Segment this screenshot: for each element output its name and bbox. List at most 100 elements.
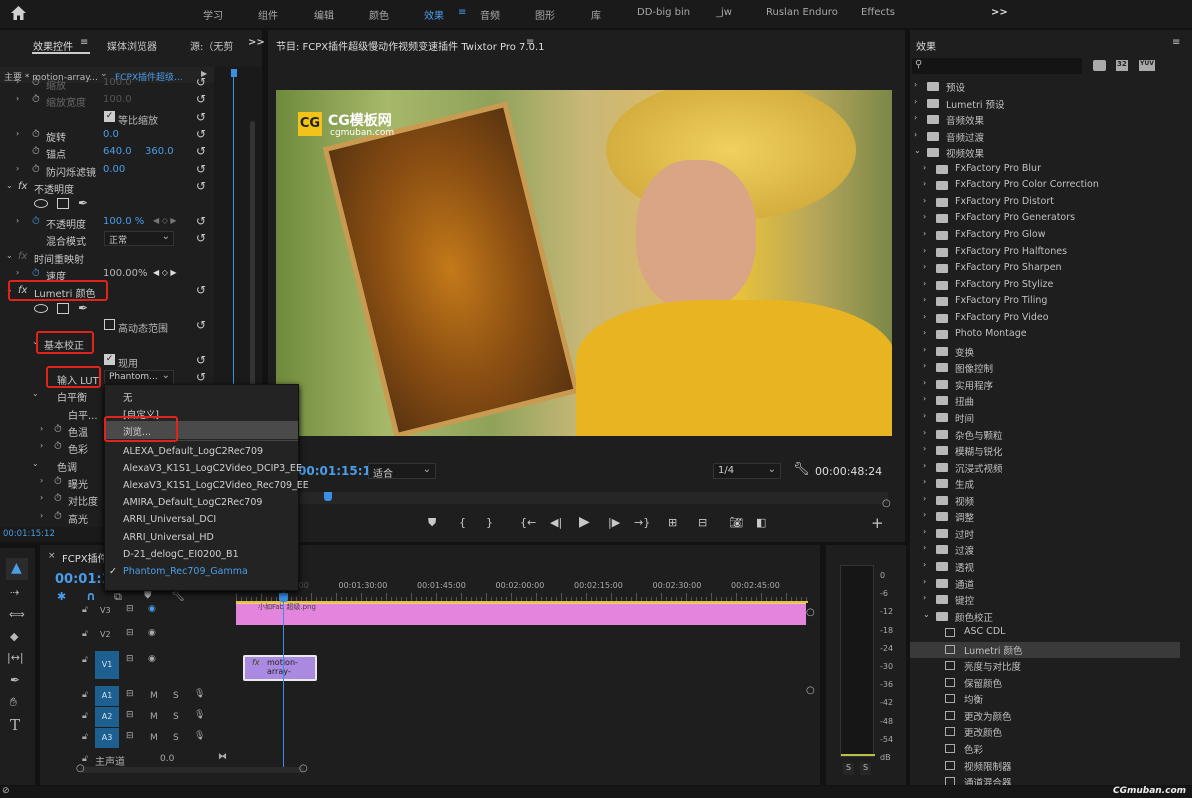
effects-tree-item[interactable]: › 时间 <box>910 410 1180 426</box>
chevron-icon[interactable]: › <box>40 493 43 502</box>
lut-menu-item[interactable]: 无 <box>123 390 133 404</box>
workspace-tab[interactable]: Effects <box>861 7 895 18</box>
scrub-bar[interactable] <box>288 492 888 504</box>
wrench-icon[interactable]: 🔧︎ <box>793 462 810 477</box>
panel-menu-icon[interactable]: ≡ <box>80 37 88 48</box>
effects-tree-item[interactable]: › FxFactory Pro Stylize <box>910 278 1180 294</box>
playhead-handle[interactable] <box>231 69 237 77</box>
effects-tree-item[interactable]: › FxFactory Pro Blur <box>910 162 1180 178</box>
effects-tree-item[interactable]: ASC CDL <box>910 625 1180 641</box>
go-to-in-icon[interactable]: {← <box>520 516 536 529</box>
home-icon[interactable] <box>10 5 27 21</box>
property-value[interactable]: 100.0 % <box>103 216 144 227</box>
solo-button[interactable]: S <box>173 712 179 722</box>
vertical-zoom-handle[interactable]: ○ <box>806 607 815 618</box>
track-target-A2[interactable]: A2 <box>95 707 119 727</box>
mute-button[interactable]: M <box>150 712 158 722</box>
effects-tree-item[interactable]: › 扭曲 <box>910 393 1180 409</box>
effects-tree-item[interactable]: › 通道 <box>910 576 1180 592</box>
chevron-icon[interactable]: › <box>16 94 19 103</box>
stopwatch-icon[interactable]: ⏱︎ <box>54 511 62 522</box>
reset-icon[interactable]: ↺ <box>196 353 206 367</box>
stopwatch-icon[interactable]: ⏱︎ <box>54 424 62 435</box>
pen-mask-icon[interactable]: ✒ <box>78 196 88 210</box>
microphone-icon[interactable]: 🎙︎ <box>194 689 205 699</box>
effects-tree-item[interactable]: › 视频 <box>910 493 1180 509</box>
play-icon[interactable]: ▶ <box>579 514 590 530</box>
effects-tree-item[interactable]: › FxFactory Pro Glow <box>910 228 1180 244</box>
scroll-handle-right[interactable]: ○ <box>299 763 308 774</box>
zoom-fit-select[interactable]: 适合 ⌄ <box>368 463 436 480</box>
slip-tool-icon[interactable]: |↔| <box>7 651 24 664</box>
chevron-icon[interactable]: ⌄ <box>6 251 13 260</box>
tab-media-browser[interactable]: 媒体浏览器 <box>107 38 157 53</box>
playhead-handle[interactable] <box>324 492 332 501</box>
lock-icon[interactable]: 🔓︎ <box>82 629 88 639</box>
reset-icon[interactable]: ↺ <box>196 127 206 141</box>
mark-in-icon[interactable]: { <box>459 516 466 529</box>
fx-icon[interactable]: fx <box>18 181 27 192</box>
track-select-tool-icon[interactable]: ⇢ <box>10 586 19 599</box>
chevron-icon[interactable]: › <box>923 510 926 519</box>
go-to-end-icon[interactable]: ⧓ <box>218 752 227 762</box>
effects-tree-item[interactable]: › 过时 <box>910 526 1180 542</box>
stopwatch-icon[interactable]: ⏱︎ <box>32 129 40 140</box>
track-target-V1[interactable]: V1 <box>95 651 119 679</box>
lock-icon[interactable]: 🔓︎ <box>82 732 88 742</box>
rectangle-mask-icon[interactable] <box>57 302 69 314</box>
effects-tree-item[interactable]: › 预设 <box>910 79 1180 95</box>
ripple-edit-tool-icon[interactable]: ⟺ <box>9 608 25 621</box>
reset-icon[interactable]: ↺ <box>196 162 206 176</box>
solo-button[interactable]: S <box>173 691 179 701</box>
effects-tree-item[interactable]: › 杂色与颗粒 <box>910 427 1180 443</box>
step-back-icon[interactable]: ◀| <box>550 516 562 529</box>
effects-tree-item[interactable]: › FxFactory Pro Distort <box>910 195 1180 211</box>
chevron-icon[interactable]: › <box>923 428 926 437</box>
chevron-icon[interactable]: › <box>923 312 926 321</box>
chevron-icon[interactable]: › <box>923 543 926 552</box>
solo-button[interactable]: S <box>173 733 179 743</box>
toggle-sync-lock-icon[interactable]: ⊟ <box>126 689 134 699</box>
scrollbar[interactable] <box>250 121 255 391</box>
panel-menu-icon[interactable]: ≡ <box>1172 37 1180 48</box>
chevron-icon[interactable]: › <box>923 494 926 503</box>
chevron-icon[interactable]: › <box>923 593 926 602</box>
effects-search-input[interactable]: ⚲ <box>912 58 1082 74</box>
chevron-icon[interactable]: › <box>923 394 926 403</box>
reset-icon[interactable]: ↺ <box>196 318 206 332</box>
lift-icon[interactable]: ⊞ <box>668 516 677 529</box>
add-button[interactable]: + <box>871 514 884 532</box>
effects-tree-item[interactable]: › 调整 <box>910 509 1180 525</box>
toggle-sync-lock-icon[interactable]: ⊟ <box>126 654 134 664</box>
zoom-handle[interactable]: ○ <box>882 498 891 509</box>
track-target-A1[interactable]: A1 <box>95 686 119 706</box>
workspace-tab[interactable]: 学习 <box>203 7 223 22</box>
effects-tree-item[interactable]: › 实用程序 <box>910 377 1180 393</box>
lock-icon[interactable]: 🔓︎ <box>82 655 88 665</box>
property-value[interactable]: 100.0 <box>103 94 132 105</box>
effects-tree-item[interactable]: 更改为颜色 <box>910 708 1180 724</box>
stopwatch-icon[interactable]: ⏱︎ <box>54 476 62 487</box>
workspace-tab[interactable]: 效果 <box>424 7 444 22</box>
workspace-tab[interactable]: _jw <box>716 7 732 18</box>
mute-button[interactable]: M <box>150 691 158 701</box>
ellipse-mask-icon[interactable] <box>34 199 48 209</box>
chevron-icon[interactable]: › <box>923 527 926 536</box>
chevron-icon[interactable]: › <box>923 295 926 304</box>
chevron-icon[interactable]: ⌄ <box>32 389 39 398</box>
microphone-icon[interactable]: 🎙︎ <box>194 710 205 720</box>
keyframe-nav-icon[interactable]: ◀ ◇ ▶ <box>153 216 177 225</box>
accelerated-effects-icon[interactable] <box>1093 60 1106 71</box>
more-tabs-button[interactable]: >> <box>248 37 265 48</box>
effects-tree-item[interactable]: 通道混合器 <box>910 774 1180 785</box>
effects-tree-item[interactable]: ⌄ 颜色校正 <box>910 609 1180 625</box>
pen-mask-icon[interactable]: ✒ <box>78 301 88 315</box>
chevron-icon[interactable]: › <box>923 279 926 288</box>
effects-tree-item[interactable]: › 图像控制 <box>910 360 1180 376</box>
hand-tool-icon[interactable]: ✋︎ <box>10 695 17 710</box>
property-select[interactable]: 正常 ⌄ <box>104 231 174 247</box>
lut-menu-item[interactable]: ARRI_Universal_HD <box>123 532 214 543</box>
lut-menu-item[interactable]: Phantom_Rec709_Gamma <box>123 566 248 577</box>
chevron-icon[interactable]: › <box>923 560 926 569</box>
reset-icon[interactable]: ↺ <box>196 179 206 193</box>
